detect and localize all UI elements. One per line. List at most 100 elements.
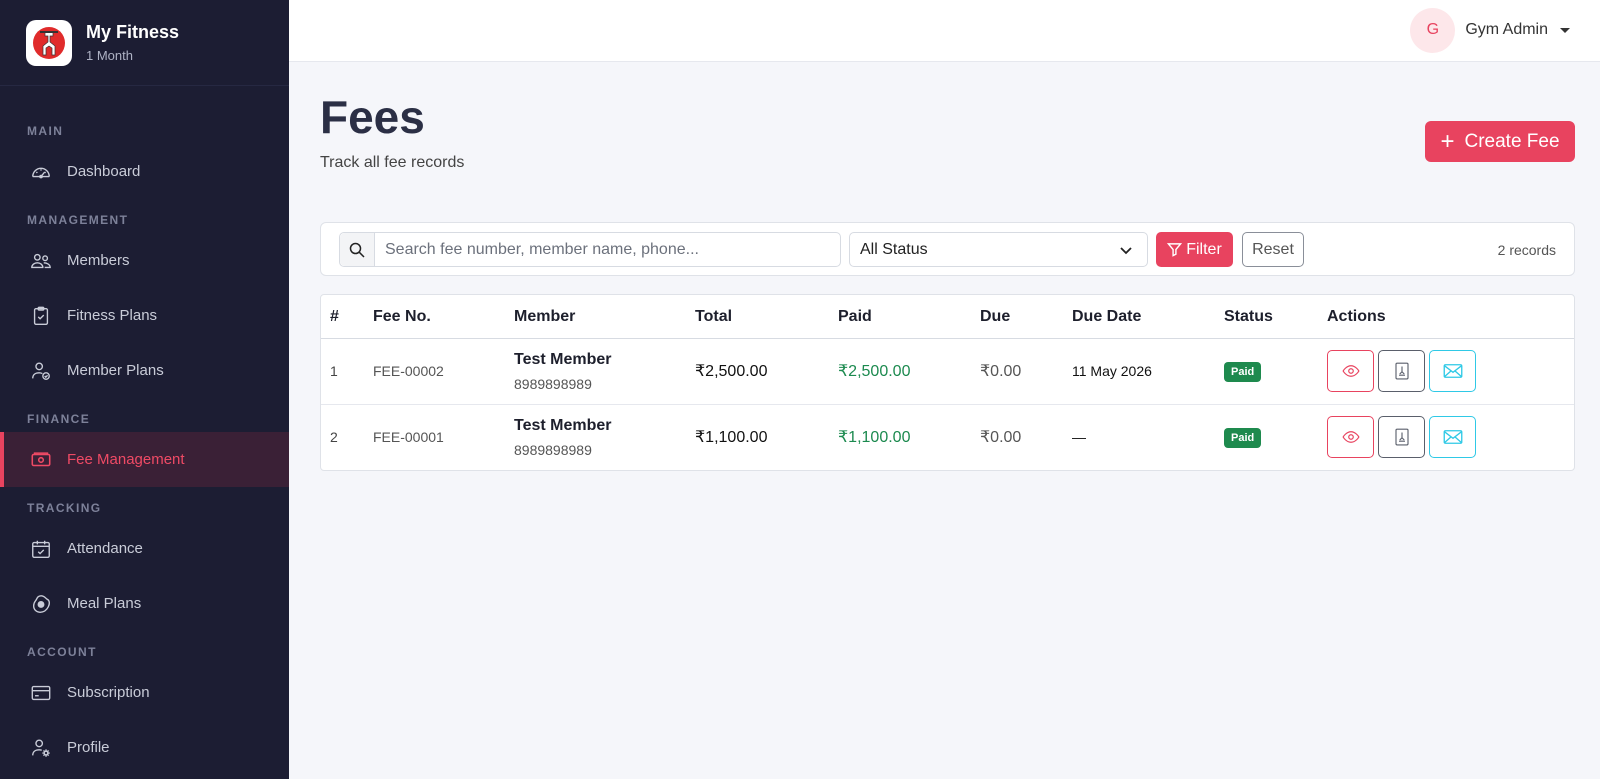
calendar-check-icon [29, 537, 53, 561]
cash-icon [29, 448, 53, 472]
status-select[interactable]: All Status [849, 232, 1148, 267]
sidebar-item-label: Dashboard [67, 163, 141, 180]
search-icon [340, 233, 375, 266]
member-cell: Test Member 8989898989 [514, 351, 612, 392]
fee-paid: ₹2,500.00 [838, 363, 911, 380]
avatar: G [1410, 7, 1456, 53]
column-header-member: Member [514, 308, 576, 325]
view-button[interactable] [1327, 416, 1374, 458]
create-fee-label: Create Fee [1464, 130, 1560, 152]
fee-due: ₹0.00 [980, 429, 1022, 446]
fee-due-date: 11 May 2026 [1072, 363, 1152, 379]
member-phone: 8989898989 [514, 376, 592, 392]
sidebar-item-label: Attendance [67, 540, 143, 557]
sidebar-item-fitness-plans[interactable]: Fitness Plans [0, 288, 289, 343]
sidebar-item-subscription[interactable]: Subscription [0, 665, 289, 720]
person-gear-icon [29, 736, 53, 760]
brand-title: My Fitness [86, 22, 180, 42]
sidebar: My Fitness 1 Month MAIN Dashboard MANAGE… [0, 0, 289, 779]
sidebar-item-attendance[interactable]: Attendance [0, 521, 289, 576]
topbar: G Gym Admin [289, 0, 1600, 62]
pdf-button[interactable] [1378, 350, 1425, 392]
eye-icon [1341, 365, 1360, 377]
column-header-index: # [330, 308, 339, 325]
user-menu[interactable]: G Gym Admin [1410, 5, 1570, 55]
column-header-fee-no: Fee No. [373, 308, 431, 325]
sidebar-item-label: Subscription [67, 684, 150, 701]
fee-total: ₹2,500.00 [695, 363, 768, 380]
sidebar-item-label: Fitness Plans [67, 307, 158, 324]
caret-down-icon [1560, 27, 1570, 33]
member-name: Test Member [514, 417, 612, 434]
fees-table: # Fee No. Member Total Paid Due Due Date… [320, 294, 1575, 471]
people-icon [29, 249, 53, 273]
fee-total: ₹1,100.00 [695, 429, 768, 446]
table-header: # Fee No. Member Total Paid Due Due Date… [321, 295, 1574, 339]
status-select-value: All Status [860, 240, 928, 258]
sidebar-item-profile[interactable]: Profile [0, 720, 289, 775]
sidebar-item-meal-plans[interactable]: Meal Plans [0, 576, 289, 631]
chevron-down-icon [1119, 243, 1133, 262]
fee-number: FEE-00001 [373, 429, 444, 445]
section-label-tracking: TRACKING [27, 501, 102, 515]
sidebar-item-label: Fee Management [67, 451, 185, 468]
sidebar-item-label: Member Plans [67, 362, 164, 379]
file-pdf-icon [1394, 362, 1409, 380]
section-label-management: MANAGEMENT [27, 213, 129, 227]
section-label-finance: FINANCE [27, 412, 91, 426]
pdf-button[interactable] [1378, 416, 1425, 458]
member-cell: Test Member 8989898989 [514, 417, 612, 458]
records-count: 2 records [1497, 242, 1556, 258]
sidebar-item-dashboard[interactable]: Dashboard [0, 144, 289, 199]
plus-icon: + [1440, 127, 1455, 155]
user-name: Gym Admin [1465, 21, 1548, 38]
speedometer-icon [29, 160, 53, 184]
envelope-icon [1443, 364, 1462, 378]
column-header-status: Status [1224, 308, 1273, 325]
sidebar-item-fee-management[interactable]: Fee Management [0, 432, 289, 487]
row-index: 1 [330, 363, 338, 379]
section-label-main: MAIN [27, 124, 64, 138]
credit-card-icon [29, 681, 53, 705]
create-fee-button[interactable]: + Create Fee [1425, 121, 1575, 162]
eye-icon [1341, 431, 1360, 443]
fee-due: ₹0.00 [980, 363, 1022, 380]
filter-button[interactable]: Filter [1156, 232, 1233, 267]
filter-bar: All Status Filter Reset 2 records [320, 222, 1575, 276]
email-button[interactable] [1429, 350, 1476, 392]
fee-number: FEE-00002 [373, 363, 444, 379]
column-header-due-date: Due Date [1072, 308, 1142, 325]
column-header-total: Total [695, 308, 733, 325]
page-title: Fees [320, 91, 425, 143]
brand-subtitle: 1 Month [86, 48, 133, 63]
search-group [339, 232, 841, 267]
brand[interactable]: My Fitness 1 Month [0, 0, 289, 86]
search-input[interactable] [375, 233, 840, 266]
column-header-actions: Actions [1327, 308, 1386, 325]
envelope-icon [1443, 430, 1462, 444]
view-button[interactable] [1327, 350, 1374, 392]
sidebar-item-label: Members [67, 252, 130, 269]
status-badge: Paid [1224, 362, 1262, 382]
person-check-icon [29, 359, 53, 383]
funnel-icon [1167, 243, 1183, 257]
member-phone: 8989898989 [514, 442, 592, 458]
page-subtitle: Track all fee records [320, 154, 465, 171]
table-row: 2 FEE-00001 Test Member 8989898989 ₹1,10… [321, 405, 1574, 470]
row-actions [1327, 416, 1480, 458]
gym-logo [26, 19, 72, 66]
member-name: Test Member [514, 351, 612, 368]
sidebar-item-member-plans[interactable]: Member Plans [0, 343, 289, 398]
reset-button[interactable]: Reset [1242, 232, 1304, 267]
sidebar-item-label: Meal Plans [67, 595, 142, 612]
filter-label: Filter [1186, 240, 1222, 258]
sidebar-item-label: Profile [67, 739, 110, 756]
row-actions [1327, 350, 1480, 392]
column-header-paid: Paid [838, 308, 872, 325]
column-header-due: Due [980, 308, 1011, 325]
row-index: 2 [330, 429, 338, 445]
sidebar-item-members[interactable]: Members [0, 233, 289, 288]
fee-paid: ₹1,100.00 [838, 429, 911, 446]
email-button[interactable] [1429, 416, 1476, 458]
egg-fried-icon [29, 592, 53, 616]
